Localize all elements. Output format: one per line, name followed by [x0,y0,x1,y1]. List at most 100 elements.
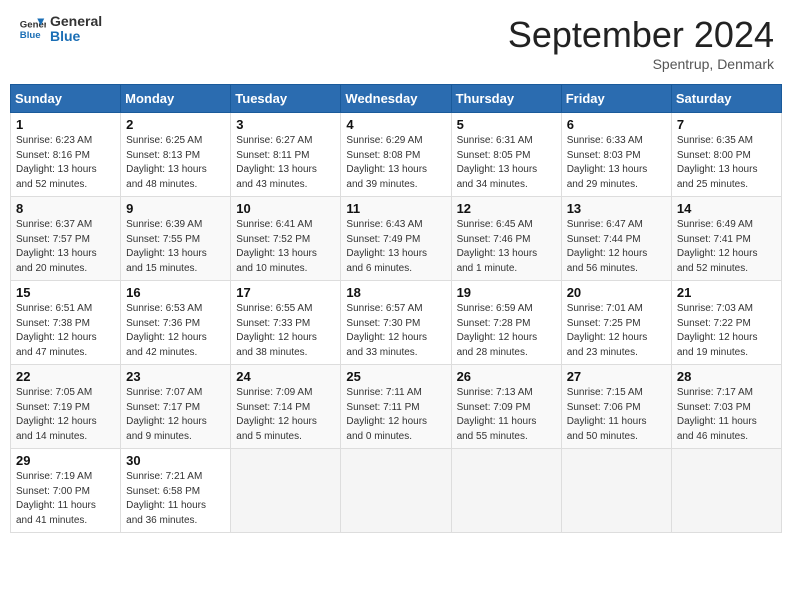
calendar-cell: 16 Sunrise: 6:53 AM Sunset: 7:36 PM Dayl… [121,281,231,365]
svg-text:Blue: Blue [20,30,41,41]
calendar-cell [451,449,561,533]
calendar-cell: 23 Sunrise: 7:07 AM Sunset: 7:17 PM Dayl… [121,365,231,449]
calendar-cell: 21 Sunrise: 7:03 AM Sunset: 7:22 PM Dayl… [671,281,781,365]
day-info: Sunrise: 6:55 AM Sunset: 7:33 PM Dayligh… [236,302,335,360]
calendar-cell [561,449,671,533]
day-number: 21 [677,285,776,300]
calendar-week-row: 15 Sunrise: 6:51 AM Sunset: 7:38 PM Dayl… [11,281,782,365]
day-number: 13 [567,201,666,216]
weekday-header-wednesday: Wednesday [341,85,451,113]
calendar-cell: 27 Sunrise: 7:15 AM Sunset: 7:06 PM Dayl… [561,365,671,449]
day-number: 1 [16,117,115,132]
day-number: 12 [457,201,556,216]
calendar-cell: 13 Sunrise: 6:47 AM Sunset: 7:44 PM Dayl… [561,197,671,281]
logo-blue-text: Blue [50,29,102,44]
day-number: 11 [346,201,445,216]
day-number: 22 [16,369,115,384]
day-number: 27 [567,369,666,384]
day-number: 24 [236,369,335,384]
calendar-week-row: 8 Sunrise: 6:37 AM Sunset: 7:57 PM Dayli… [11,197,782,281]
day-info: Sunrise: 6:25 AM Sunset: 8:13 PM Dayligh… [126,134,225,192]
calendar-cell: 10 Sunrise: 6:41 AM Sunset: 7:52 PM Dayl… [231,197,341,281]
logo: General Blue General Blue [18,14,102,45]
day-number: 9 [126,201,225,216]
day-info: Sunrise: 6:35 AM Sunset: 8:00 PM Dayligh… [677,134,776,192]
calendar-cell: 5 Sunrise: 6:31 AM Sunset: 8:05 PM Dayli… [451,113,561,197]
calendar-week-row: 29 Sunrise: 7:19 AM Sunset: 7:00 PM Dayl… [11,449,782,533]
weekday-header-sunday: Sunday [11,85,121,113]
logo-general-text: General [50,14,102,29]
weekday-header-saturday: Saturday [671,85,781,113]
calendar-week-row: 22 Sunrise: 7:05 AM Sunset: 7:19 PM Dayl… [11,365,782,449]
day-info: Sunrise: 7:17 AM Sunset: 7:03 PM Dayligh… [677,386,776,444]
calendar-week-row: 1 Sunrise: 6:23 AM Sunset: 8:16 PM Dayli… [11,113,782,197]
day-number: 10 [236,201,335,216]
day-info: Sunrise: 7:07 AM Sunset: 7:17 PM Dayligh… [126,386,225,444]
calendar-cell: 4 Sunrise: 6:29 AM Sunset: 8:08 PM Dayli… [341,113,451,197]
day-number: 29 [16,453,115,468]
weekday-header-friday: Friday [561,85,671,113]
calendar-cell: 6 Sunrise: 6:33 AM Sunset: 8:03 PM Dayli… [561,113,671,197]
day-info: Sunrise: 6:57 AM Sunset: 7:30 PM Dayligh… [346,302,445,360]
day-info: Sunrise: 6:39 AM Sunset: 7:55 PM Dayligh… [126,218,225,276]
day-number: 6 [567,117,666,132]
day-number: 23 [126,369,225,384]
day-number: 4 [346,117,445,132]
day-number: 17 [236,285,335,300]
calendar-cell: 18 Sunrise: 6:57 AM Sunset: 7:30 PM Dayl… [341,281,451,365]
calendar-cell: 3 Sunrise: 6:27 AM Sunset: 8:11 PM Dayli… [231,113,341,197]
calendar-cell: 11 Sunrise: 6:43 AM Sunset: 7:49 PM Dayl… [341,197,451,281]
day-info: Sunrise: 6:43 AM Sunset: 7:49 PM Dayligh… [346,218,445,276]
day-info: Sunrise: 6:27 AM Sunset: 8:11 PM Dayligh… [236,134,335,192]
day-number: 19 [457,285,556,300]
logo-icon: General Blue [18,15,46,43]
calendar-cell: 15 Sunrise: 6:51 AM Sunset: 7:38 PM Dayl… [11,281,121,365]
calendar-cell: 20 Sunrise: 7:01 AM Sunset: 7:25 PM Dayl… [561,281,671,365]
day-info: Sunrise: 6:47 AM Sunset: 7:44 PM Dayligh… [567,218,666,276]
calendar-cell: 7 Sunrise: 6:35 AM Sunset: 8:00 PM Dayli… [671,113,781,197]
day-info: Sunrise: 6:45 AM Sunset: 7:46 PM Dayligh… [457,218,556,276]
calendar-cell: 19 Sunrise: 6:59 AM Sunset: 7:28 PM Dayl… [451,281,561,365]
day-info: Sunrise: 7:13 AM Sunset: 7:09 PM Dayligh… [457,386,556,444]
weekday-header-tuesday: Tuesday [231,85,341,113]
day-number: 2 [126,117,225,132]
day-number: 26 [457,369,556,384]
day-info: Sunrise: 6:53 AM Sunset: 7:36 PM Dayligh… [126,302,225,360]
calendar-cell: 25 Sunrise: 7:11 AM Sunset: 7:11 PM Dayl… [341,365,451,449]
day-info: Sunrise: 7:11 AM Sunset: 7:11 PM Dayligh… [346,386,445,444]
calendar-cell [231,449,341,533]
calendar-cell [341,449,451,533]
day-info: Sunrise: 6:51 AM Sunset: 7:38 PM Dayligh… [16,302,115,360]
calendar-cell [671,449,781,533]
calendar-cell: 24 Sunrise: 7:09 AM Sunset: 7:14 PM Dayl… [231,365,341,449]
day-info: Sunrise: 7:21 AM Sunset: 6:58 PM Dayligh… [126,470,225,528]
weekday-header-monday: Monday [121,85,231,113]
day-number: 20 [567,285,666,300]
day-number: 18 [346,285,445,300]
calendar-cell: 12 Sunrise: 6:45 AM Sunset: 7:46 PM Dayl… [451,197,561,281]
calendar-cell: 8 Sunrise: 6:37 AM Sunset: 7:57 PM Dayli… [11,197,121,281]
day-info: Sunrise: 6:31 AM Sunset: 8:05 PM Dayligh… [457,134,556,192]
day-info: Sunrise: 7:05 AM Sunset: 7:19 PM Dayligh… [16,386,115,444]
month-title: September 2024 [508,14,774,56]
calendar-cell: 26 Sunrise: 7:13 AM Sunset: 7:09 PM Dayl… [451,365,561,449]
calendar-cell: 9 Sunrise: 6:39 AM Sunset: 7:55 PM Dayli… [121,197,231,281]
calendar-cell: 1 Sunrise: 6:23 AM Sunset: 8:16 PM Dayli… [11,113,121,197]
day-number: 8 [16,201,115,216]
day-number: 25 [346,369,445,384]
day-info: Sunrise: 7:19 AM Sunset: 7:00 PM Dayligh… [16,470,115,528]
day-info: Sunrise: 6:41 AM Sunset: 7:52 PM Dayligh… [236,218,335,276]
calendar-cell: 14 Sunrise: 6:49 AM Sunset: 7:41 PM Dayl… [671,197,781,281]
calendar-cell: 22 Sunrise: 7:05 AM Sunset: 7:19 PM Dayl… [11,365,121,449]
day-number: 7 [677,117,776,132]
calendar-cell: 17 Sunrise: 6:55 AM Sunset: 7:33 PM Dayl… [231,281,341,365]
calendar-cell: 2 Sunrise: 6:25 AM Sunset: 8:13 PM Dayli… [121,113,231,197]
day-info: Sunrise: 7:03 AM Sunset: 7:22 PM Dayligh… [677,302,776,360]
day-number: 5 [457,117,556,132]
day-number: 15 [16,285,115,300]
day-number: 30 [126,453,225,468]
weekday-header-row: SundayMondayTuesdayWednesdayThursdayFrid… [11,85,782,113]
day-number: 14 [677,201,776,216]
calendar-cell: 30 Sunrise: 7:21 AM Sunset: 6:58 PM Dayl… [121,449,231,533]
day-number: 28 [677,369,776,384]
